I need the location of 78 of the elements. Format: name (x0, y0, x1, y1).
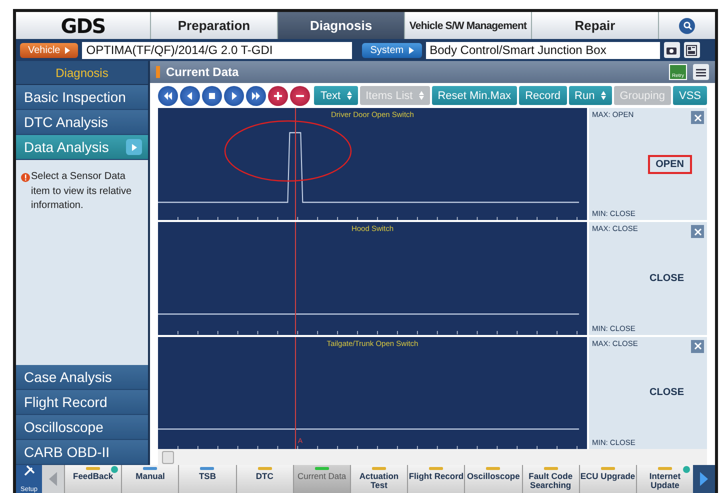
close-icon (694, 114, 702, 122)
add-button[interactable] (268, 86, 288, 106)
nav-tab[interactable]: Diagnosis (277, 12, 404, 39)
bottom-tab[interactable]: Flight Record (407, 465, 464, 493)
camera-icon (666, 46, 678, 54)
stop-button[interactable] (202, 86, 222, 106)
sidebar-item[interactable]: Flight Record (16, 390, 148, 415)
nav-tab[interactable]: Vehicle S/W Management (404, 12, 531, 39)
nav-tab[interactable]: Repair (531, 12, 658, 39)
search-icon (682, 21, 692, 30)
caret-icon (408, 46, 414, 54)
updown-icon (600, 91, 606, 100)
fast-forward-button[interactable] (246, 86, 266, 106)
panel-marker (156, 66, 160, 78)
close-button[interactable] (691, 111, 704, 124)
updown-icon (418, 91, 424, 100)
close-icon (694, 228, 702, 236)
tools-icon (24, 465, 34, 476)
nav-tab[interactable]: Preparation (150, 12, 277, 39)
back-button[interactable] (180, 86, 200, 106)
stop-icon (207, 90, 217, 100)
layout-button[interactable] (684, 42, 700, 58)
menu-button[interactable] (693, 64, 709, 80)
layout-icon (686, 44, 698, 56)
bottom-tab[interactable]: FeedBack (64, 465, 122, 493)
caret-icon (65, 46, 70, 54)
bottom-tab[interactable]: Oscilloscope (464, 465, 522, 493)
sidebar-item[interactable]: Case Analysis (16, 365, 148, 390)
sidebar-item[interactable]: Oscilloscope (16, 415, 148, 440)
rewind-icon (163, 90, 173, 100)
panel-title: Current Data (166, 65, 240, 79)
sidebar-item[interactable]: CARB OBD-II (16, 440, 148, 465)
remove-button[interactable] (290, 86, 310, 106)
horizontal-scrollbar[interactable] (158, 449, 707, 465)
right-arrow-icon (700, 472, 708, 486)
current-value: CLOSE (648, 386, 685, 400)
app-logo: GDS (16, 12, 150, 39)
close-button[interactable] (691, 340, 704, 353)
toolbar-button[interactable]: Text (314, 86, 358, 105)
alert-icon (21, 173, 30, 182)
sidebar-item[interactable]: Data Analysis (16, 135, 148, 160)
rewind-button[interactable] (158, 86, 178, 106)
close-button[interactable] (691, 225, 704, 238)
system-button[interactable]: System (362, 42, 422, 58)
bottom-tab[interactable]: ECU Upgrade (578, 465, 636, 493)
bottom-tab[interactable]: Current Data (292, 465, 350, 493)
system-field[interactable]: Body Control/Smart Junction Box (426, 42, 660, 58)
menu-icon (696, 68, 706, 76)
search-button[interactable] (679, 18, 695, 34)
play-button[interactable] (224, 86, 244, 106)
bottom-tab[interactable]: Actuation Test (350, 465, 408, 493)
back-icon (185, 90, 195, 100)
info-badge (683, 466, 690, 473)
sidebar-item[interactable]: Basic Inspection (16, 85, 148, 110)
info-badge (111, 466, 118, 473)
current-value: OPEN (648, 154, 692, 174)
bottom-tab[interactable]: TSB (178, 465, 236, 493)
bottom-tab[interactable]: Fault Code Searching (522, 465, 579, 493)
current-value: CLOSE (648, 272, 685, 286)
toolbar-button[interactable]: Reset Min.Max (432, 86, 518, 105)
close-icon (694, 342, 702, 350)
toolbar-button[interactable]: Record (519, 86, 567, 105)
fast-forward-icon (251, 90, 261, 100)
vehicle-button[interactable]: Vehicle (20, 42, 78, 58)
updown-icon (346, 91, 352, 100)
camera-button[interactable] (664, 42, 680, 58)
bottom-tab[interactable]: Internet Update (636, 465, 694, 493)
plus-icon (273, 90, 283, 100)
left-arrow-icon (49, 472, 57, 486)
bottom-tab[interactable]: Manual (121, 465, 178, 493)
toolbar-button[interactable]: Run (568, 86, 612, 105)
sidebar-item[interactable]: DTC Analysis (16, 110, 148, 135)
toolbar-button[interactable]: VSS (672, 86, 707, 105)
vehicle-field[interactable]: OPTIMA(TF/QF)/2014/G 2.0 T-GDI (82, 42, 352, 58)
bottom-tab[interactable]: DTC (236, 465, 293, 493)
info-text: Select a Sensor Data item to view its relative information. (31, 170, 133, 213)
sidebar-header: Diagnosis (16, 61, 148, 85)
play-icon (229, 90, 239, 100)
